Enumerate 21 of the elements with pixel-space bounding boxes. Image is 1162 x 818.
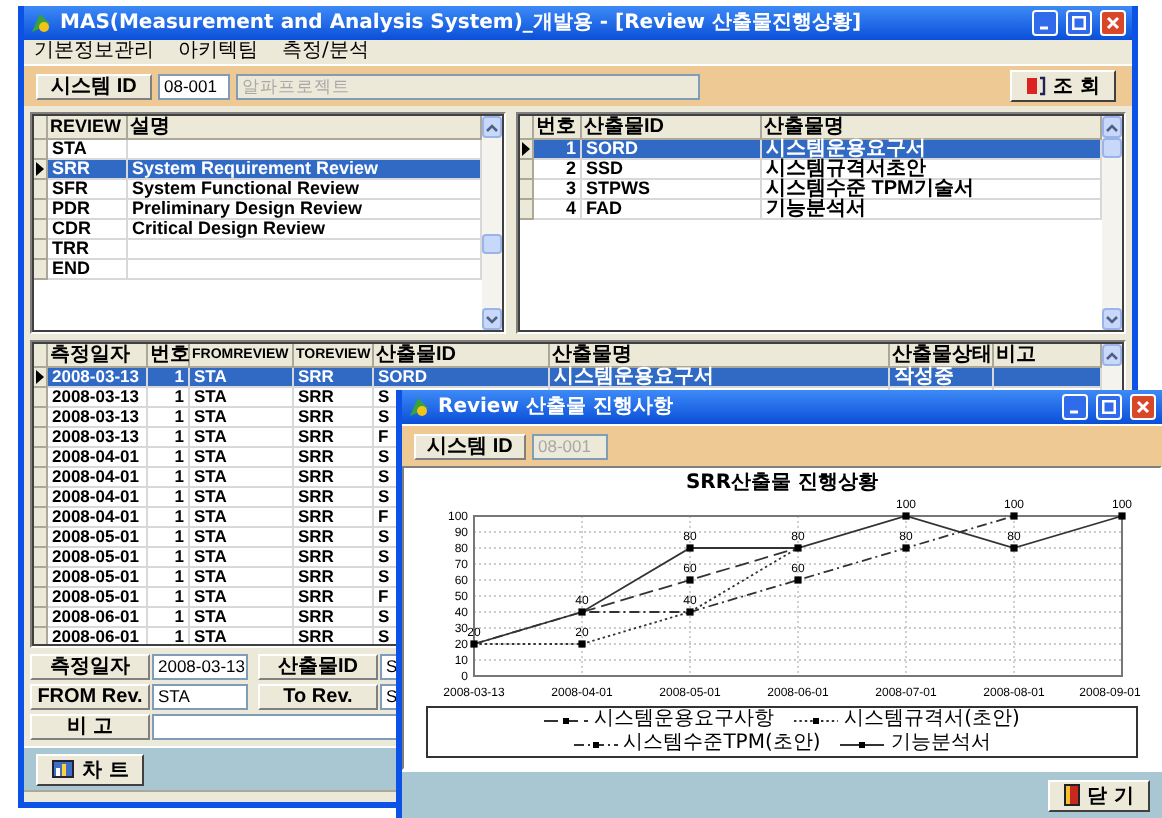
window-title: MAS(Measurement and Analysis System)_개발용 - [Review 산출물진행상황] bbox=[60, 11, 864, 35]
legend-label: 시스템운용요구사항 bbox=[594, 708, 775, 732]
table-cell: STA bbox=[190, 628, 294, 644]
table-cell: 기능분석서 bbox=[762, 200, 1102, 220]
field-label: 산출물ID bbox=[258, 654, 378, 680]
legend-label: 시스템수준TPM(초안) bbox=[623, 732, 821, 756]
field-label: 측정일자 bbox=[30, 654, 150, 680]
field-label: 비 고 bbox=[30, 714, 150, 740]
table-cell: 4 bbox=[534, 200, 582, 220]
chart-title: SRR산출물 진행상황 bbox=[685, 472, 879, 496]
table-cell: END bbox=[48, 260, 128, 280]
field-label: 시스템 ID bbox=[414, 433, 526, 459]
table-cell: FAD bbox=[582, 200, 762, 220]
legend-label: 기능분석서 bbox=[890, 732, 991, 756]
table-cell: 2008-06-01 bbox=[48, 628, 148, 644]
field-label: To Rev. bbox=[258, 684, 378, 710]
field-label: 시스템 ID bbox=[36, 73, 152, 99]
table-cell: SRR bbox=[294, 628, 374, 644]
table-cell: 1 bbox=[148, 628, 190, 644]
legend-label: 시스템규격서(초안) bbox=[844, 708, 1020, 732]
field-label: FROM Rev. bbox=[30, 684, 150, 710]
